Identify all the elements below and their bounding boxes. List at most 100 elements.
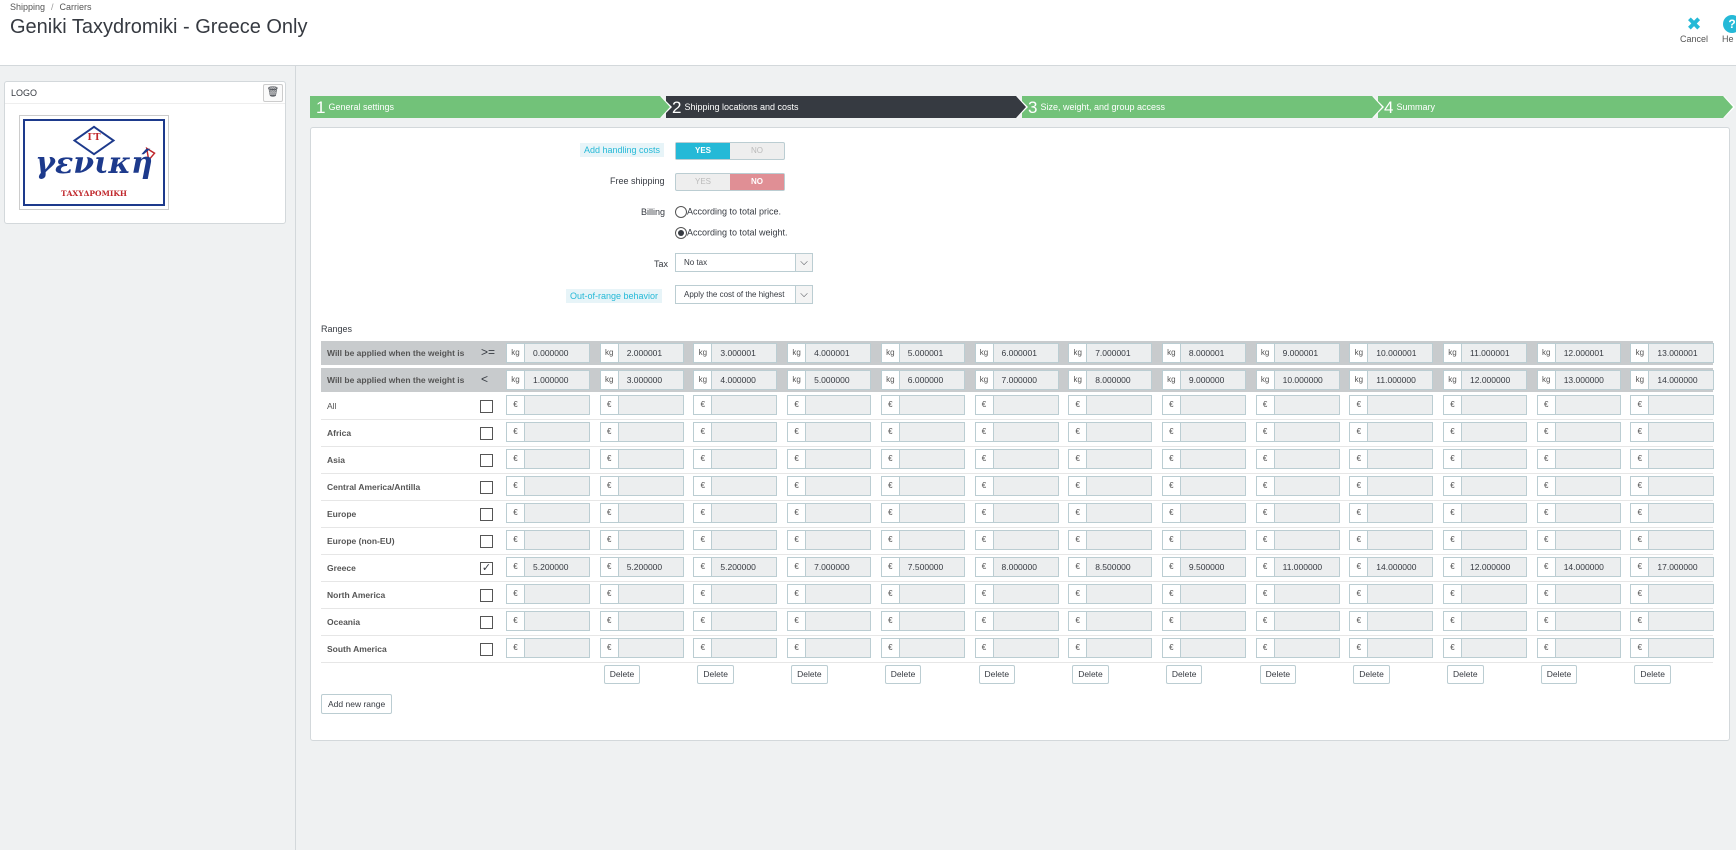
zone-price-input[interactable]: € xyxy=(1536,503,1621,523)
zone-price-input[interactable]: € xyxy=(787,584,872,604)
zone-price-input[interactable]: € xyxy=(1349,638,1434,658)
zone-price-input[interactable]: € xyxy=(1630,395,1715,415)
zone-price-input[interactable]: € xyxy=(506,638,590,658)
free-yes[interactable]: YES xyxy=(676,174,730,190)
zone-price-input[interactable]: € xyxy=(506,503,590,523)
zone-price-input[interactable]: € xyxy=(1349,503,1434,523)
zone-price-input[interactable]: € xyxy=(506,422,590,442)
range-from-input[interactable]: kg 11.000001 xyxy=(1443,343,1527,363)
zone-price-input[interactable]: € xyxy=(1255,503,1340,523)
zone-price-input[interactable]: € xyxy=(1443,611,1527,631)
zone-checkbox[interactable] xyxy=(480,535,493,548)
zone-price-input[interactable]: € xyxy=(974,422,1059,442)
zone-price-input[interactable]: € xyxy=(1536,422,1621,442)
zone-price-input[interactable]: € xyxy=(599,611,684,631)
zone-price-input[interactable]: € xyxy=(693,638,778,658)
zone-price-input[interactable]: € xyxy=(1536,638,1621,658)
zone-price-input[interactable]: € xyxy=(506,395,590,415)
zone-price-input[interactable]: € xyxy=(506,449,590,469)
zone-price-input[interactable]: € xyxy=(1161,611,1246,631)
zone-price-input[interactable]: € xyxy=(1161,449,1246,469)
delete-range-button[interactable]: Delete xyxy=(1634,665,1671,684)
zone-price-input[interactable]: € xyxy=(1349,584,1434,604)
zone-price-input[interactable]: € xyxy=(1349,449,1434,469)
zone-price-input[interactable]: €5.200000 xyxy=(599,557,684,577)
zone-price-input[interactable]: €9.500000 xyxy=(1161,557,1246,577)
zone-price-input[interactable]: € xyxy=(974,395,1059,415)
zone-price-input[interactable]: €5.200000 xyxy=(693,557,778,577)
zone-price-input[interactable]: € xyxy=(1630,638,1715,658)
zone-price-input[interactable]: € xyxy=(1349,476,1434,496)
zone-price-input[interactable]: €12.000000 xyxy=(1443,557,1527,577)
range-from-input[interactable]: kg 5.000001 xyxy=(880,343,965,363)
zone-price-input[interactable]: € xyxy=(693,422,778,442)
range-to-input[interactable]: kg 14.000000 xyxy=(1630,370,1715,390)
range-to-input[interactable]: kg 12.000000 xyxy=(1443,370,1527,390)
add-new-range-button[interactable]: Add new range xyxy=(321,694,393,714)
range-to-input[interactable]: kg 9.000000 xyxy=(1161,370,1246,390)
zone-price-input[interactable]: € xyxy=(693,503,778,523)
range-to-input[interactable]: kg 5.000000 xyxy=(787,370,872,390)
zone-price-input[interactable]: € xyxy=(1443,503,1527,523)
range-from-input[interactable]: kg 12.000001 xyxy=(1536,343,1621,363)
zone-checkbox[interactable] xyxy=(480,643,493,656)
zone-checkbox[interactable] xyxy=(480,481,493,494)
zone-price-input[interactable]: € xyxy=(1068,449,1153,469)
delete-range-button[interactable]: Delete xyxy=(978,665,1016,684)
zone-price-input[interactable]: € xyxy=(974,611,1059,631)
zone-price-input[interactable]: € xyxy=(1443,584,1527,604)
zone-price-input[interactable]: € xyxy=(1161,530,1246,550)
handling-yes[interactable]: YES xyxy=(676,143,730,159)
zone-price-input[interactable]: € xyxy=(880,503,965,523)
delete-range-button[interactable]: Delete xyxy=(884,665,922,684)
zone-price-input[interactable]: € xyxy=(693,530,778,550)
zone-price-input[interactable]: € xyxy=(880,584,965,604)
zone-price-input[interactable]: € xyxy=(787,449,872,469)
zone-checkbox[interactable] xyxy=(480,400,493,413)
zone-price-input[interactable]: € xyxy=(880,449,965,469)
zone-checkbox[interactable] xyxy=(480,427,493,440)
zone-price-input[interactable]: € xyxy=(599,638,684,658)
billing-total-price[interactable]: According to total price. xyxy=(675,206,781,218)
zone-price-input[interactable]: € xyxy=(1349,530,1434,550)
range-to-input[interactable]: kg 6.000000 xyxy=(880,370,965,390)
zone-price-input[interactable]: € xyxy=(787,422,872,442)
delete-range-button[interactable]: Delete xyxy=(1353,665,1390,684)
delete-range-button[interactable]: Delete xyxy=(1447,665,1484,684)
zone-price-input[interactable]: € xyxy=(599,449,684,469)
zone-price-input[interactable]: € xyxy=(880,476,965,496)
zone-price-input[interactable]: € xyxy=(1443,449,1527,469)
zone-price-input[interactable]: €11.000000 xyxy=(1255,557,1340,577)
zone-price-input[interactable]: € xyxy=(1443,422,1527,442)
free-no[interactable]: NO xyxy=(730,174,784,190)
zone-price-input[interactable]: €14.000000 xyxy=(1349,557,1434,577)
zone-price-input[interactable]: € xyxy=(1536,584,1621,604)
tax-select[interactable]: No tax ⌵ xyxy=(675,253,813,272)
delete-range-button[interactable]: Delete xyxy=(1165,665,1203,684)
range-to-input[interactable]: kg 8.000000 xyxy=(1068,370,1153,390)
range-to-input[interactable]: kg 1.000000 xyxy=(506,370,590,390)
handling-costs-switch[interactable]: YES NO xyxy=(675,142,785,160)
zone-price-input[interactable]: €8.000000 xyxy=(974,557,1059,577)
zone-price-input[interactable]: € xyxy=(1255,395,1340,415)
billing-total-weight[interactable]: According to total weight. xyxy=(675,227,788,239)
zone-price-input[interactable]: € xyxy=(693,584,778,604)
zone-price-input[interactable]: € xyxy=(599,584,684,604)
zone-price-input[interactable]: € xyxy=(787,395,872,415)
zone-price-input[interactable]: € xyxy=(599,503,684,523)
zone-price-input[interactable]: € xyxy=(1630,611,1715,631)
zone-checkbox[interactable] xyxy=(480,454,493,467)
zone-price-input[interactable]: € xyxy=(974,530,1059,550)
zone-price-input[interactable]: € xyxy=(1349,395,1434,415)
zone-price-input[interactable]: € xyxy=(693,449,778,469)
range-to-input[interactable]: kg 11.000000 xyxy=(1349,370,1434,390)
zone-price-input[interactable]: € xyxy=(1068,503,1153,523)
zone-checkbox[interactable]: ✓ xyxy=(480,562,493,575)
delete-range-button[interactable]: Delete xyxy=(1540,665,1578,684)
zone-price-input[interactable]: € xyxy=(1068,422,1153,442)
step-shipping-locations[interactable]: 2 Shipping locations and costs xyxy=(666,96,1028,118)
cancel-button[interactable]: ✖ Cancel xyxy=(1680,14,1708,44)
delete-range-button[interactable]: Delete xyxy=(697,665,734,684)
zone-price-input[interactable]: € xyxy=(1536,476,1621,496)
zone-price-input[interactable]: € xyxy=(787,503,872,523)
